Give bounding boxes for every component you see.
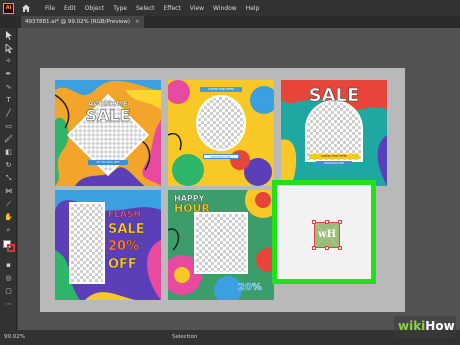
headline-flash: FLASH	[108, 210, 141, 220]
menu-object[interactable]: Object	[85, 5, 105, 12]
promocode-button: PROMOCODE	[316, 161, 352, 166]
curvature-tool-icon[interactable]: ∿	[3, 82, 14, 93]
scale-tool-icon[interactable]: ⤡	[3, 173, 14, 184]
color-mode-icon[interactable]: ▪	[3, 260, 14, 271]
current-tool-status: Selection	[172, 334, 198, 340]
image-placeholder	[69, 202, 105, 284]
wikihow-watermark: wikiHow	[394, 316, 456, 338]
headline-percent: 20%	[108, 239, 140, 254]
handle-tl[interactable]	[312, 220, 316, 224]
direct-selection-tool-icon[interactable]	[3, 43, 14, 54]
menu-view[interactable]: View	[190, 5, 204, 12]
menu-file[interactable]: File	[45, 5, 55, 12]
draw-mode-icon[interactable]: ◎	[3, 273, 14, 284]
paintbrush-tool-icon[interactable]: 🖌	[3, 134, 14, 145]
selected-artboard[interactable]: wH	[272, 180, 376, 284]
selected-logo[interactable]: wH	[315, 223, 339, 247]
more-tools-icon[interactable]: ⋯	[3, 299, 14, 310]
stroke-swatch[interactable]	[7, 244, 15, 252]
watermark-suffix: How	[425, 319, 455, 333]
status-bar: 99.02% Selection	[0, 330, 460, 345]
rotate-tool-icon[interactable]: ↻	[3, 160, 14, 171]
banner-text: LIMITED TIME OFFER	[200, 87, 242, 92]
zoom-level[interactable]: 99.02%	[4, 334, 25, 340]
headline-sale: SALE	[85, 106, 131, 126]
eraser-tool-icon[interactable]: ◧	[3, 147, 14, 158]
screen-mode-icon[interactable]: ▢	[3, 286, 14, 297]
template-card-happy-hour[interactable]: HAPPY HOUR 20%	[168, 190, 274, 300]
menu-edit[interactable]: Edit	[64, 5, 76, 12]
illustrator-window: Ai File Edit Object Type Select Effect V…	[0, 0, 460, 345]
tab-bar: 4937881.ai* @ 99.02% (RGB/Preview) ×	[0, 16, 460, 28]
template-card-sale[interactable]: SALE LIMITED TIME OFFER PROMOCODE	[281, 80, 387, 186]
width-tool-icon[interactable]: ⋈	[3, 186, 14, 197]
document-tab[interactable]: 4937881.ai* @ 99.02% (RGB/Preview) ×	[21, 16, 144, 28]
image-placeholder	[305, 100, 363, 162]
line-tool-icon[interactable]: ╱	[3, 108, 14, 119]
close-icon[interactable]: ×	[135, 19, 140, 25]
promocode-button: PROMOCODE	[203, 154, 239, 159]
handle-bm[interactable]	[325, 246, 329, 250]
banner-text: LIMITED TIME OFFER	[309, 154, 359, 159]
template-card-flash-sale[interactable]: FLASH SALE 20% OFF	[55, 190, 161, 300]
handle-tr[interactable]	[338, 220, 342, 224]
eyedropper-tool-icon[interactable]: ⟋	[3, 199, 14, 210]
canvas-area[interactable]: AWESOME SALE UP TO 40% OFF LIMITED TIME …	[18, 28, 460, 330]
zoom-tool-icon[interactable]: ⌕	[3, 225, 14, 236]
handle-br[interactable]	[338, 246, 342, 250]
template-card-awesome-sale[interactable]: AWESOME SALE UP TO 40% OFF	[55, 80, 161, 186]
pen-tool-icon[interactable]: ✒	[3, 69, 14, 80]
discount-figure: 20%	[238, 282, 262, 293]
menu-effect[interactable]: Effect	[164, 5, 181, 12]
template-card-limited-offer[interactable]: LIMITED TIME OFFER PROMOCODE	[168, 80, 274, 186]
headline-off: OFF	[108, 257, 137, 272]
menu-bar: Ai File Edit Object Type Select Effect V…	[0, 0, 460, 16]
logo-text: wH	[317, 229, 337, 240]
magic-wand-tool-icon[interactable]: ✧	[3, 56, 14, 67]
type-tool-icon[interactable]: T	[3, 95, 14, 106]
menu-help[interactable]: Help	[246, 5, 260, 12]
headline-sale: SALE	[108, 222, 145, 237]
rectangle-tool-icon[interactable]: ▭	[3, 121, 14, 132]
handle-bl[interactable]	[312, 246, 316, 250]
menu-window[interactable]: Window	[213, 5, 237, 12]
menu-type[interactable]: Type	[113, 5, 127, 12]
home-icon[interactable]	[21, 3, 31, 13]
tools-panel: ✧ ✒ ∿ T ╱ ▭ 🖌 ◧ ↻ ⤡ ⋈ ⟋ ✋ ⌕ ▪ ◎ ▢ ⋯	[0, 28, 17, 330]
hand-tool-icon[interactable]: ✋	[3, 212, 14, 223]
menu-select[interactable]: Select	[136, 5, 155, 12]
handle-tm[interactable]	[325, 220, 329, 224]
watermark-prefix: wiki	[398, 319, 426, 333]
image-placeholder	[196, 95, 246, 151]
document-tab-title: 4937881.ai* @ 99.02% (RGB/Preview)	[25, 19, 131, 25]
app-logo: Ai	[3, 2, 14, 14]
selection-tool-icon[interactable]	[3, 30, 14, 41]
headline-hour: HOUR	[174, 202, 210, 215]
image-placeholder	[194, 212, 248, 274]
headline-sale: SALE	[308, 85, 360, 107]
cta-button: UP TO 40% OFF	[88, 160, 128, 165]
